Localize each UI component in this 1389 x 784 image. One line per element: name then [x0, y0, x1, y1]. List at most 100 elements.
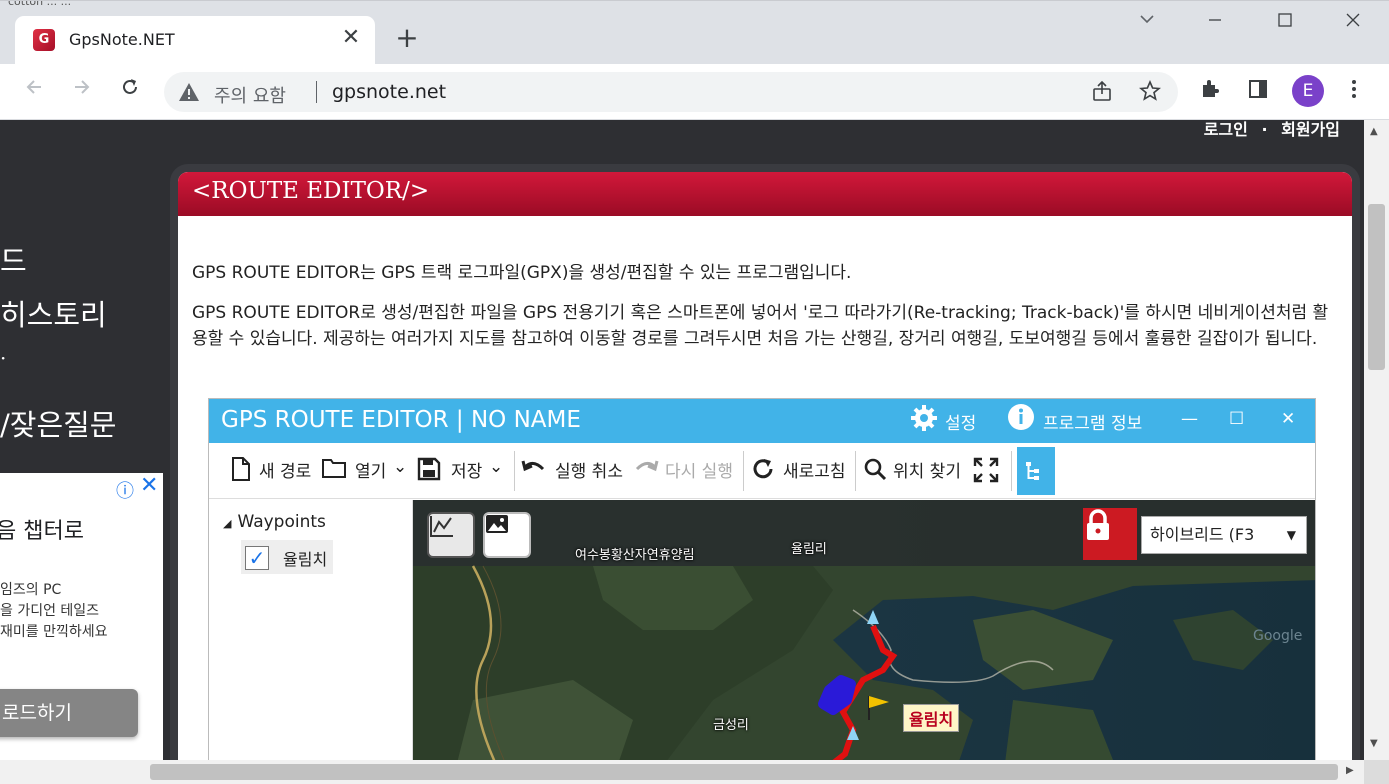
waypoints-header-label: Waypoints	[237, 512, 326, 532]
chevron-down-icon: ⌄	[489, 457, 504, 477]
omnibox-separator	[316, 81, 317, 103]
ad-info-icon[interactable]: ⓘ	[116, 477, 134, 503]
url-text[interactable]: gpsnote.net	[332, 81, 446, 103]
new-tab-button[interactable]: +	[392, 23, 422, 53]
expand-icon	[973, 457, 999, 488]
satellite-map: Google 하이브리드 (F3 ▼ 여수봉황산자연휴양림 율림리 금성리 율림…	[413, 500, 1315, 760]
waypoint-label: 율림치	[283, 550, 328, 569]
save-icon	[417, 457, 441, 486]
description-paragraph: GPS ROUTE EDITOR로 생성/편집한 파일을 GPS 전용기기 혹은…	[192, 303, 1329, 349]
tab-close-button[interactable]: ✕	[339, 26, 363, 50]
horizontal-scroll-thumb[interactable]	[150, 764, 1338, 780]
scroll-right-arrow-icon[interactable]: ▶	[1346, 765, 1354, 776]
back-icon[interactable]	[18, 76, 50, 108]
tab-strip: cotton ... ... G GpsNote.NET ✕ +	[0, 0, 1389, 65]
horizontal-scrollbar[interactable]: ▶	[0, 760, 1364, 784]
tab-title: GpsNote.NET	[69, 30, 175, 49]
signup-link[interactable]: 회원가입	[1281, 120, 1340, 139]
auth-links: 로그인 · 회원가입	[1204, 120, 1340, 140]
menu-icon[interactable]	[1340, 78, 1368, 106]
ad-text-line: 을 가디언 테일즈	[0, 603, 100, 619]
app-maximize-label: ☐	[1229, 409, 1245, 429]
reload-icon[interactable]	[114, 76, 146, 108]
share-icon[interactable]	[1090, 80, 1114, 104]
info-icon	[1007, 404, 1035, 431]
forward-icon[interactable]	[66, 76, 98, 108]
redo-label: 다시 실행	[665, 462, 733, 482]
open-label: 열기	[355, 462, 387, 482]
profile-avatar[interactable]: E	[1292, 75, 1324, 107]
redo-icon	[633, 457, 659, 482]
toolbar-divider	[514, 451, 515, 491]
save-label: 저장	[451, 462, 483, 482]
map-place-label: 율림리	[791, 542, 827, 557]
tree-icon	[1017, 447, 1055, 495]
waypoint-list-item: ✓ 율림치	[241, 540, 333, 574]
top-sliver-text: cotton ... ...	[0, 1, 120, 7]
side-menu-item[interactable]: ·	[0, 346, 6, 370]
search-icon	[863, 457, 887, 486]
window-minimize-button[interactable]	[1192, 5, 1238, 41]
side-menu-item[interactable]: 드	[0, 238, 27, 280]
toolbar-divider	[855, 451, 856, 491]
ad-close-icon[interactable]: ✕	[140, 473, 158, 498]
image-icon	[483, 512, 531, 558]
advertisement[interactable]: ⓘ ✕ 음 챕터로 임즈의 PC 을 가디언 테일즈 재미를 만끽하세요 로드하…	[0, 473, 163, 760]
lock-icon	[1083, 508, 1137, 560]
refresh-label: 새로고침	[783, 462, 846, 482]
waypoint-marker-label: 율림치	[903, 704, 960, 732]
svg-text:Google: Google	[1253, 628, 1302, 644]
browser-toolbar: 주의 요함 gpsnote.net E	[0, 64, 1389, 120]
auth-separator: ·	[1261, 120, 1268, 139]
panel-title: <ROUTE EDITOR/>	[192, 178, 430, 204]
vertical-scrollbar[interactable]: ▲ ▼	[1364, 120, 1389, 760]
settings-label: 설정	[945, 414, 977, 434]
star-icon[interactable]	[1138, 79, 1162, 104]
ad-headline[interactable]: 음 챕터로	[0, 513, 84, 545]
new-route-label: 새 경로	[259, 462, 312, 482]
waypoint-panel: ◢ Waypoints ✓ 율림치	[209, 500, 413, 760]
intro-paragraph: GPS ROUTE EDITOR는 GPS 트랙 로그파일(GPX)을 생성/편…	[192, 263, 852, 283]
ad-text-line: 재미를 만끽하세요	[0, 624, 108, 640]
app-minimize-label: —	[1181, 409, 1198, 429]
extension-icon[interactable]	[1196, 78, 1224, 106]
vertical-scroll-thumb[interactable]	[1368, 204, 1385, 370]
panel-header: <ROUTE EDITOR/>	[178, 172, 1352, 216]
route-editor-panel: <ROUTE EDITOR/> GPS ROUTE EDITOR는 GPS 트랙…	[170, 164, 1360, 760]
app-close-label: ✕	[1281, 409, 1296, 429]
security-warning-text[interactable]: 주의 요함	[214, 82, 286, 108]
check-icon: ✓	[245, 546, 269, 570]
warning-icon[interactable]	[178, 81, 200, 103]
undo-label: 실행 취소	[555, 462, 623, 482]
favicon-icon: G	[33, 29, 55, 51]
app-title: GPS ROUTE EDITOR | NO NAME	[221, 407, 581, 433]
file-icon	[231, 457, 251, 486]
gear-icon	[909, 405, 939, 433]
map-place-label: 여수봉황산자연휴양림	[575, 548, 695, 563]
app-toolbar: 새 경로 열기 ⌄ 저장 ⌄ 실행 취소 다시 실행 새로고침 위치 찾기	[209, 443, 1315, 499]
dropdown-caret-icon: ▼	[1286, 528, 1296, 542]
window-close-button[interactable]	[1330, 5, 1376, 41]
program-info-label: 프로그램 정보	[1043, 414, 1143, 434]
chart-icon	[427, 512, 475, 558]
browser-tab[interactable]: G GpsNote.NET ✕	[15, 16, 375, 65]
side-menu-item[interactable]: /잦은질문	[0, 402, 117, 444]
ad-download-button[interactable]: 로드하기	[0, 689, 138, 737]
scroll-up-arrow-icon[interactable]: ▲	[1370, 126, 1378, 137]
map-type-select: 하이브리드 (F3 ▼	[1141, 516, 1307, 554]
waypoints-header: ◢ Waypoints	[223, 512, 326, 532]
scroll-down-arrow-icon[interactable]: ▼	[1370, 738, 1378, 749]
refresh-icon	[751, 457, 775, 486]
window-maximize-button[interactable]	[1262, 5, 1308, 41]
page-content: 로그인 · 회원가입 드 히스토리 · /잦은질문 ⓘ ✕ 음 챕터로 임즈의 …	[0, 120, 1364, 760]
tab-search-button[interactable]	[1124, 5, 1170, 41]
undo-icon	[521, 457, 547, 482]
map-type-value: 하이브리드 (F3	[1150, 525, 1255, 544]
side-menu-item[interactable]: 히스토리	[0, 292, 107, 334]
chevron-down-icon: ⌄	[393, 457, 408, 477]
ad-text-line: 임즈의 PC	[0, 582, 62, 598]
login-link[interactable]: 로그인	[1204, 120, 1248, 139]
address-bar[interactable]: 주의 요함 gpsnote.net	[164, 72, 1178, 112]
toolbar-divider	[743, 451, 744, 491]
sidepanel-icon[interactable]	[1244, 78, 1272, 106]
